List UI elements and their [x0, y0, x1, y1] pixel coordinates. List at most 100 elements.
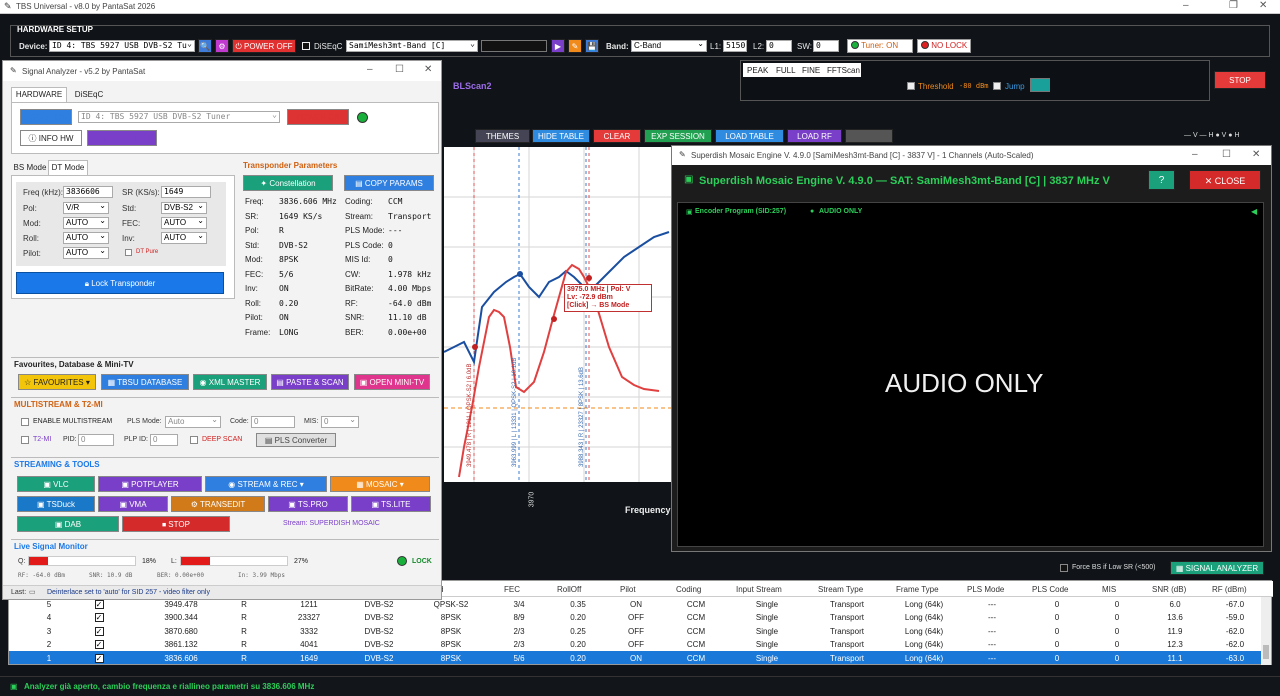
- close-icon[interactable]: ✕: [1259, 0, 1267, 11]
- table-scrollbar[interactable]: [1261, 597, 1271, 665]
- analyzer-maximize-icon[interactable]: ☐: [395, 64, 404, 75]
- tsduck-button[interactable]: ▣ TSDuck: [17, 496, 95, 512]
- maximize-icon[interactable]: ❐: [1229, 0, 1238, 11]
- tslite-button[interactable]: ▣ TS.LITE: [351, 496, 431, 512]
- jump-value-field[interactable]: [1030, 78, 1050, 92]
- th-mis[interactable]: MIS: [1102, 585, 1116, 594]
- transedit-button[interactable]: ⚙ TRANSEDIT: [171, 496, 265, 512]
- scan-hw-button[interactable]: ▸ SCAN HW: [20, 109, 72, 125]
- th-coding[interactable]: Coding: [676, 585, 701, 594]
- tbsu-database-button[interactable]: ▦ TBSU DATABASE: [101, 374, 189, 390]
- mosaic-minimize-icon[interactable]: –: [1192, 149, 1198, 160]
- th-rolloff[interactable]: RollOff: [557, 585, 581, 594]
- tspro-button[interactable]: ▣ TS.PRO: [268, 496, 348, 512]
- tab-fine[interactable]: FINE: [802, 66, 820, 75]
- mode-tab-dt[interactable]: DT Mode: [48, 160, 88, 175]
- power-off-button[interactable]: ⏻ POWER OFF: [232, 39, 296, 53]
- load-table-button[interactable]: LOAD TABLE: [715, 129, 784, 143]
- l1-input[interactable]: 5150: [723, 40, 747, 52]
- analyzer-close-icon[interactable]: ✕: [424, 64, 432, 75]
- power-on-button[interactable]: POWER ON: [287, 109, 349, 125]
- mode-tab-bs[interactable]: BS Mode: [11, 161, 49, 175]
- th-snr[interactable]: SNR (dB): [1152, 585, 1186, 594]
- table-row[interactable]: 3 ✓ 3870.680 R 3332 DVB-S2 8PSK 2/3 0.25 OFF CCM Si…: [9, 623, 1261, 637]
- mis-select[interactable]: 0: [321, 415, 359, 428]
- jump-checkbox[interactable]: [993, 82, 1001, 90]
- freq-input[interactable]: 3836606: [63, 186, 113, 198]
- threshold-checkbox[interactable]: [907, 82, 915, 90]
- table-row[interactable]: 4 ✓ 3900.344 R 23327 DVB-S2 8PSK 8/9 0.20 OFF CCM S…: [9, 610, 1261, 624]
- favourites-button[interactable]: ☆ FAVOURITES ▾: [18, 374, 96, 390]
- hide-table-button[interactable]: HIDE TABLE: [532, 129, 590, 143]
- th-pilot[interactable]: Pilot: [620, 585, 636, 594]
- pol-select[interactable]: V/R: [63, 201, 109, 214]
- info-hw-button[interactable]: ⓘ INFO HW: [20, 130, 82, 146]
- band-select[interactable]: C-Band: [631, 39, 707, 52]
- deep-scan-checkbox[interactable]: [190, 436, 198, 444]
- speaker-icon[interactable]: ◀: [1251, 207, 1257, 216]
- l2-input[interactable]: 0: [766, 40, 792, 52]
- th-input-stream[interactable]: Input Stream: [736, 585, 782, 594]
- stop-stream-button[interactable]: ⏹ STOP: [122, 516, 230, 532]
- open-mini-tv-button[interactable]: ▣ OPEN MINI-TV: [354, 374, 430, 390]
- analyzer-device-select[interactable]: ID 4: TBS 5927 USB DVB-S2 Tuner: [78, 110, 280, 123]
- dab-button[interactable]: ▣ DAB: [17, 516, 119, 532]
- mosaic-help-button[interactable]: ?: [1148, 170, 1175, 190]
- plp-input[interactable]: 0: [150, 434, 178, 446]
- exp-session-button[interactable]: EXP SESSION: [644, 129, 712, 143]
- diseqc-checkbox[interactable]: [302, 42, 310, 50]
- paste-scan-button[interactable]: ▤ PASTE & SCAN: [271, 374, 349, 390]
- row-checkbox[interactable]: ✓: [79, 626, 119, 636]
- mod-select[interactable]: AUTO: [63, 216, 109, 229]
- sw-input[interactable]: 0: [813, 40, 839, 52]
- pilot-select[interactable]: AUTO: [63, 246, 109, 259]
- pid-input[interactable]: 0: [78, 434, 114, 446]
- force-bs-checkbox[interactable]: [1060, 564, 1068, 572]
- mosaic-close-button[interactable]: ✕ CLOSE: [1189, 170, 1261, 190]
- device-select[interactable]: ID 4: TBS 5927 USB DVB-S2 Tu: [49, 39, 195, 52]
- mosaic-button[interactable]: ▦ MOSAIC ▾: [330, 476, 430, 492]
- row-checkbox[interactable]: ✓: [79, 653, 119, 663]
- diseqc-select[interactable]: SamiMesh3mt-Band [C]: [346, 39, 478, 52]
- vlc-button[interactable]: ▣ VLC: [17, 476, 95, 492]
- save-button[interactable]: 💾: [585, 39, 599, 53]
- row-checkbox[interactable]: ✓: [79, 640, 119, 650]
- play-button[interactable]: ▶: [551, 39, 565, 53]
- enable-multistream-checkbox[interactable]: [21, 418, 29, 426]
- mosaic-channel-tile[interactable]: ▣ Encoder Program (SID:257) ● AUDIO ONLY…: [677, 202, 1264, 547]
- potplayer-button[interactable]: ▣ POTPLAYER: [98, 476, 202, 492]
- th-pls-mode[interactable]: PLS Mode: [967, 585, 1004, 594]
- lock-transponder-button[interactable]: 🔒︎ Lock Transponder: [16, 272, 224, 294]
- search-device-button[interactable]: 🔍: [198, 39, 212, 53]
- tab-diseqc[interactable]: DiSEqC: [69, 88, 109, 102]
- inv-profiles-button[interactable]: INV PROFILES: [87, 130, 157, 146]
- th-frame-type[interactable]: Frame Type: [896, 585, 939, 594]
- tab-fftscan[interactable]: FFTScan: [827, 66, 860, 75]
- row-checkbox[interactable]: ✓: [79, 613, 119, 623]
- pls-converter-button[interactable]: ▤ PLS Converter: [256, 433, 336, 447]
- themes-button[interactable]: THEMES: [475, 129, 530, 143]
- roll-select[interactable]: AUTO: [63, 231, 109, 244]
- tab-peak[interactable]: PEAK: [747, 66, 768, 75]
- mosaic-maximize-icon[interactable]: ☐: [1222, 149, 1231, 160]
- th-rf[interactable]: RF (dBm): [1212, 585, 1247, 594]
- vma-button[interactable]: ▣ VMA: [98, 496, 168, 512]
- tab-full[interactable]: FULL: [776, 66, 796, 75]
- row-checkbox[interactable]: ✓: [79, 600, 119, 609]
- tab-hardware[interactable]: HARDWARE: [11, 87, 67, 102]
- pls-mode-select[interactable]: Auto: [165, 415, 221, 428]
- mosaic-close-icon[interactable]: ✕: [1252, 149, 1260, 160]
- copy-params-button[interactable]: ▤ COPY PARAMS: [344, 175, 434, 191]
- settings-device-button[interactable]: ⚙: [215, 39, 229, 53]
- load-rf-button[interactable]: LOAD RF: [787, 129, 842, 143]
- analyzer-minimize-icon[interactable]: –: [367, 64, 373, 75]
- stream-rec-button[interactable]: ◉ STREAM & REC ▾: [205, 476, 327, 492]
- std-select[interactable]: DVB-S2: [161, 201, 207, 214]
- spectrum-plot[interactable]: 3949.478 | R | 1211 | QPSK-S2 | 6.0dB 39…: [443, 147, 672, 482]
- th-pls-code[interactable]: PLS Code: [1032, 585, 1068, 594]
- dt-pure-checkbox[interactable]: [125, 249, 132, 256]
- diseqc-extra-field[interactable]: [481, 40, 547, 52]
- inv-select[interactable]: AUTO: [161, 231, 207, 244]
- table-row[interactable]: 2 ✓ 3861.132 R 4041 DVB-S2 8PSK 2/3 0.20 OFF CCM Si…: [9, 637, 1261, 651]
- clear-button[interactable]: CLEAR: [593, 129, 641, 143]
